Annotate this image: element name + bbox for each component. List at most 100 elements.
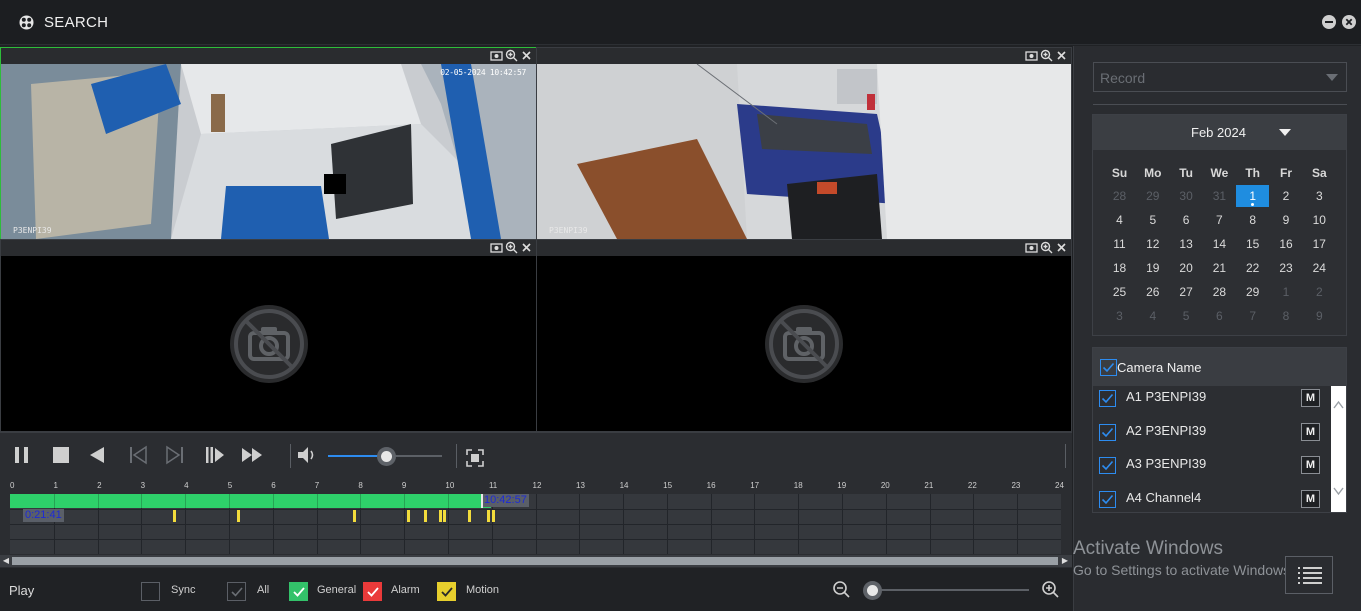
camera-name[interactable]: A4 Channel4 [1126,490,1201,505]
zoom-in-icon[interactable] [505,49,518,62]
pause-icon[interactable] [11,444,33,466]
general-checkbox[interactable] [289,582,308,601]
camera-name[interactable]: A1 P3ENPI39 [1126,389,1206,404]
camera-name[interactable]: A2 P3ENPI39 [1126,423,1206,438]
calendar-day[interactable]: 7 [1203,209,1236,231]
close-cell-icon[interactable] [1055,241,1068,254]
timeline-scrollbar[interactable]: ◀ ▶ [0,555,1072,567]
snapshot-icon[interactable] [490,241,503,254]
calendar-day[interactable]: 8 [1236,209,1269,231]
stop-icon[interactable] [50,444,72,466]
snapshot-icon[interactable] [490,49,503,62]
calendar-day[interactable]: 2 [1270,185,1303,207]
list-menu-button[interactable] [1285,556,1333,594]
scrollbar-thumb[interactable] [12,557,1058,565]
calendar-day[interactable]: 29 [1236,281,1269,303]
calendar-day[interactable]: 28 [1203,281,1236,303]
hour-divider [272,494,274,508]
weekday-label: Th [1245,166,1261,180]
scroll-up-icon[interactable] [1333,400,1344,410]
scroll-right-icon[interactable]: ▶ [1060,556,1070,566]
slow-play-icon[interactable] [204,444,226,466]
calendar-day[interactable]: 6 [1170,209,1203,231]
all-checkbox[interactable] [227,582,246,601]
calendar-day[interactable]: 16 [1270,233,1303,255]
calendar-day[interactable]: 14 [1203,233,1236,255]
calendar-day[interactable]: 26 [1136,281,1169,303]
record-type-select[interactable]: Record [1093,62,1347,92]
cell-header [1,48,536,64]
calendar-day[interactable]: 20 [1170,257,1203,279]
camera-stream-button[interactable]: M [1301,389,1320,407]
search-window: SEARCH 02-05-2024 10:42:57 P3ENPI39 P3EN… [0,0,1361,611]
close-cell-icon[interactable] [520,241,533,254]
calendar-day[interactable]: 19 [1136,257,1169,279]
month-dropdown-icon[interactable] [1279,129,1291,136]
weekday-label: Sa [1311,166,1327,180]
minimize-icon[interactable] [1322,15,1336,29]
volume-icon[interactable] [296,444,318,466]
next-frame-icon[interactable] [164,444,186,466]
calendar-day[interactable]: 3 [1303,185,1336,207]
play-label: Play [9,583,35,598]
alarm-checkbox[interactable] [363,582,382,601]
camera-stream-button[interactable]: M [1301,422,1320,441]
calendar-day[interactable]: 17 [1303,233,1336,255]
calendar-day[interactable]: 12 [1136,233,1169,255]
calendar-day[interactable]: 1 [1236,185,1270,207]
calendar-day[interactable]: 5 [1136,209,1169,231]
scroll-left-icon[interactable]: ◀ [1,556,11,566]
timeline-cursor[interactable] [481,494,483,508]
fullscreen-icon[interactable] [464,447,486,469]
calendar-day[interactable]: 18 [1103,257,1136,279]
zoom-in-icon[interactable] [1040,49,1053,62]
play-reverse-icon[interactable] [86,444,108,466]
calendar-day[interactable]: 10 [1303,209,1336,231]
video-cell-4[interactable] [536,239,1072,432]
snapshot-icon[interactable] [1025,241,1038,254]
close-cell-icon[interactable] [1055,49,1068,62]
calendar-day[interactable]: 9 [1270,209,1303,231]
video-cell-1[interactable]: 02-05-2024 10:42:57 P3ENPI39 [0,47,537,240]
calendar-header[interactable]: Feb 2024 [1093,115,1346,150]
camera-checkbox[interactable] [1099,423,1116,441]
timeline-body[interactable]: 0:21:41 10:42:57 [10,494,1061,554]
motion-checkbox[interactable] [437,582,456,601]
zoom-out-icon[interactable] [832,580,851,599]
calendar-day[interactable]: 22 [1236,257,1269,279]
sync-checkbox[interactable] [141,582,160,601]
camera-checkbox[interactable] [1099,390,1116,407]
volume-slider-handle[interactable] [377,447,396,466]
camera-name[interactable]: A3 P3ENPI39 [1126,456,1206,471]
calendar-day[interactable]: 15 [1236,233,1269,255]
video-cell-3[interactable] [0,239,537,432]
select-all-cameras-checkbox[interactable] [1100,359,1117,376]
calendar-day[interactable]: 25 [1103,281,1136,303]
camera-stream-button[interactable]: M [1301,489,1320,508]
zoom-in-icon[interactable] [1040,241,1053,254]
camera-checkbox[interactable] [1099,490,1116,508]
scroll-down-icon[interactable] [1333,486,1344,496]
snapshot-icon[interactable] [1025,49,1038,62]
camera-checkbox[interactable] [1099,457,1116,474]
calendar-day[interactable]: 4 [1103,209,1136,231]
calendar-day[interactable]: 23 [1270,257,1303,279]
calendar-day[interactable]: 11 [1103,233,1136,255]
camera-list-scrollbar[interactable] [1331,386,1346,512]
camera-stream-button[interactable]: M [1301,456,1320,474]
calendar-day[interactable]: 27 [1170,281,1203,303]
close-icon[interactable] [1342,15,1356,29]
previous-frame-icon[interactable] [127,444,149,466]
zoom-in-timeline-icon[interactable] [1041,580,1060,599]
motion-event-mark [407,510,410,522]
calendar-day[interactable]: 13 [1170,233,1203,255]
calendar-day[interactable]: 24 [1303,257,1336,279]
fast-forward-icon[interactable] [241,444,263,466]
close-cell-icon[interactable] [520,49,533,62]
timeline-zoom-slider-track[interactable] [873,589,1029,591]
zoom-in-icon[interactable] [505,241,518,254]
timeline-zoom-slider-handle[interactable] [863,581,882,600]
hour-tick-label: 1 [53,481,58,490]
calendar-day[interactable]: 21 [1203,257,1236,279]
video-cell-2[interactable]: P3ENPI39 [536,47,1072,240]
